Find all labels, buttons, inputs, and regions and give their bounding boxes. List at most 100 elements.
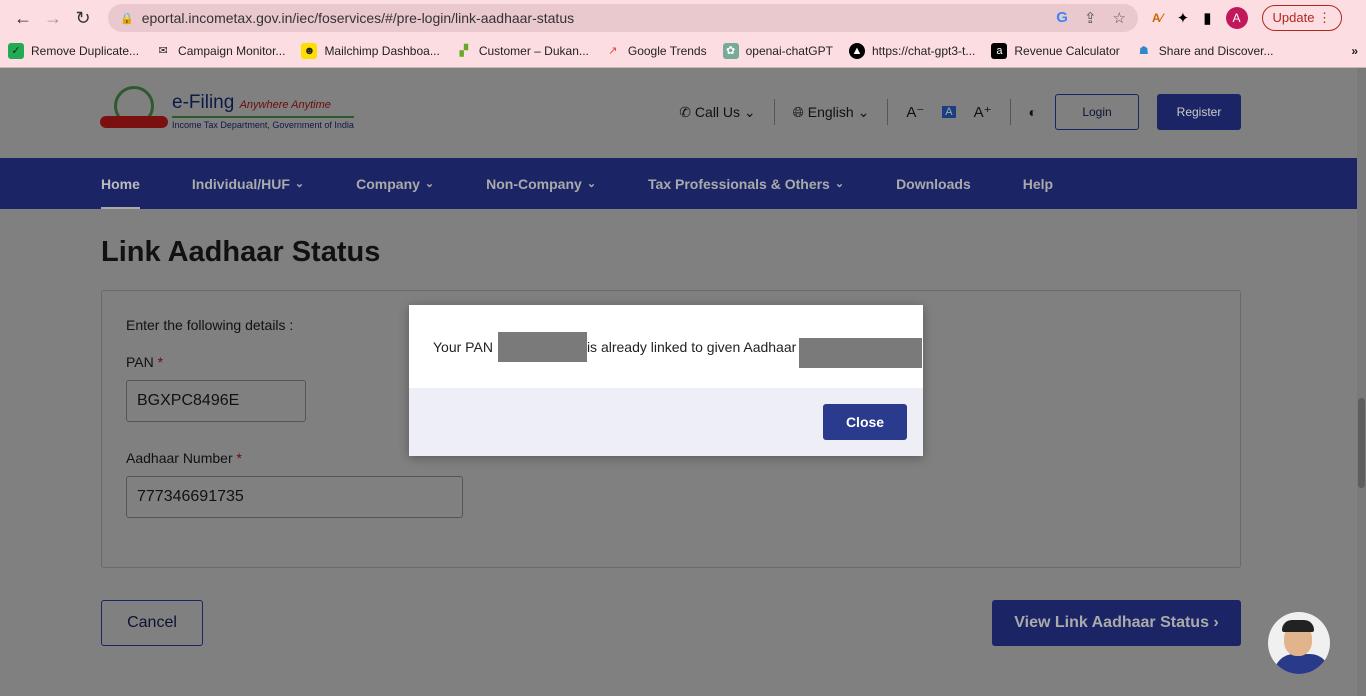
nav-item-label: Company [356, 175, 420, 192]
lock-icon: 🔒 [120, 12, 134, 25]
bookmark[interactable]: ✉ Campaign Monitor... [155, 43, 285, 59]
nav-item-label: Tax Professionals & Others [648, 175, 830, 192]
nav-item-label: Downloads [896, 175, 971, 192]
nav-item-label: Home [101, 175, 140, 192]
bookmark[interactable]: ▞ Customer – Dukan... [456, 43, 589, 59]
language-dropdown[interactable]: 🌐︎ English ⌄ [793, 104, 870, 121]
bookmark-icon: ☗ [1138, 45, 1149, 57]
bookmark[interactable]: ☻ Mailchimp Dashboa... [301, 43, 440, 59]
pan-label: PAN * [126, 354, 163, 370]
bookmark-label: Campaign Monitor... [178, 44, 286, 58]
pan-label-text: PAN [126, 354, 154, 370]
bookmark-icon: a [991, 43, 1008, 59]
sidepanel-icon[interactable]: ▮ [1203, 9, 1211, 27]
font-normal-button[interactable]: A [942, 106, 956, 118]
reload-icon[interactable]: ↻ [68, 8, 98, 29]
google-icon[interactable]: G [1056, 9, 1068, 27]
browser-chrome: ← → ↻ 🔒 eportal.incometax.gov.in/iec/fos… [0, 0, 1366, 68]
close-button[interactable]: Close [823, 404, 907, 440]
update-label: Update [1272, 10, 1315, 25]
bookmark[interactable]: ↗ Google Trends [605, 43, 707, 59]
modal-text-pan: Your PAN [433, 338, 493, 355]
bookmark[interactable]: ✿ openai-chatGPT [722, 43, 833, 59]
efiling-logo[interactable]: e-Filing Anywhere Anytime Income Tax Dep… [100, 86, 354, 136]
phone-icon: ✆ [679, 103, 692, 120]
forward-icon[interactable]: → [38, 8, 68, 29]
logo-tagline: Anywhere Anytime [239, 99, 331, 111]
aadhaar-input[interactable]: 777346691735 [126, 476, 463, 518]
cancel-button[interactable]: Cancel [101, 600, 203, 646]
bookmarks-more-icon[interactable]: » [1351, 44, 1358, 58]
share-icon[interactable]: ⇪ [1084, 9, 1097, 27]
bookmark-icon: ✿ [722, 43, 739, 59]
update-button[interactable]: Update ⋮ [1261, 5, 1343, 31]
address-bar[interactable]: 🔒 eportal.incometax.gov.in/iec/foservice… [108, 4, 1138, 32]
chevron-down-icon: ⌄ [294, 178, 305, 190]
aadhaar-label-text: Aadhaar Number [126, 450, 233, 466]
nav-item[interactable]: Individual/HUF ⌄ [192, 158, 304, 209]
bookmark-label: Revenue Calculator [1014, 44, 1120, 58]
main-nav: Home Individual/HUF ⌄ Company ⌄ Non-Company… [0, 158, 1366, 209]
bookmark[interactable]: ☗ Share and Discover... [1136, 43, 1274, 59]
instructions: Enter the following details : [126, 317, 294, 333]
chevron-down-icon: ⌄ [834, 178, 845, 190]
nav-item[interactable]: Downloads [896, 158, 971, 209]
nav-item[interactable]: Non-Company ⌄ [486, 158, 596, 209]
login-button[interactable]: Login [1055, 94, 1139, 130]
bookmarks-bar: ✓ Remove Duplicate... ✉ Campaign Monitor..… [0, 36, 1366, 66]
bookmark-label: Remove Duplicate... [31, 44, 140, 58]
redacted-aadhaar [799, 337, 923, 368]
pan-input[interactable]: BGXPC8496E [126, 380, 306, 422]
status-modal: Your PAN is already linked to given Aadh… [409, 305, 923, 456]
page-title: Link Aadhaar Status [101, 236, 381, 268]
chevron-down-icon: ⌄ [586, 178, 597, 190]
star-icon[interactable]: ☆ [1113, 9, 1126, 27]
register-button[interactable]: Register [1157, 94, 1241, 130]
nav-item-label: Individual/HUF [191, 175, 290, 192]
aadhaar-label: Aadhaar Number * [126, 450, 242, 466]
bookmark-icon: ☻ [301, 43, 318, 59]
puzzle-icon[interactable]: ✦ [1177, 9, 1190, 27]
url-text: eportal.incometax.gov.in/iec/foservices/… [141, 10, 575, 26]
font-increase-button[interactable]: A⁺ [974, 103, 992, 121]
nav-item-label: Help [1022, 175, 1054, 192]
bookmark-icon: ✓ [8, 43, 24, 59]
bookmark[interactable]: ▲ https://chat-gpt3-t... [848, 43, 976, 59]
bookmark-icon: ✉ [158, 45, 168, 57]
nav-item[interactable]: Help [1023, 158, 1053, 209]
required-mark: * [157, 354, 164, 370]
required-mark: * [236, 450, 242, 466]
modal-text-aadhaar: is already linked to given Aadhaar [586, 338, 797, 355]
nav-item[interactable]: Home [101, 158, 140, 209]
chevron-down-icon: ⌄ [424, 178, 435, 190]
redacted-pan [497, 331, 587, 362]
bookmark-icon: ↗ [608, 45, 618, 57]
chatbot-avatar[interactable] [1268, 612, 1330, 674]
font-decrease-button[interactable]: A⁻ [906, 103, 924, 121]
bookmark-icon: ▞ [459, 45, 469, 57]
logo-title: e-Filing [172, 92, 235, 113]
bookmark-icon: ▲ [848, 43, 865, 59]
extension-icon[interactable]: A⁄ [1152, 11, 1163, 25]
bookmark[interactable]: a Revenue Calculator [991, 43, 1120, 59]
view-link-aadhaar-status-button[interactable]: View Link Aadhaar Status › [992, 600, 1241, 646]
back-icon[interactable]: ← [8, 8, 38, 29]
call-us-dropdown[interactable]: ✆ Call Us ⌄ [679, 104, 755, 121]
emblem-icon [100, 86, 170, 136]
call-us-label: Call Us [694, 103, 741, 120]
bookmark-label: Share and Discover... [1158, 44, 1274, 58]
bookmark-label: Customer – Dukan... [478, 44, 589, 58]
bookmark-label: https://chat-gpt3-t... [871, 44, 976, 58]
nav-item-label: Non-Company [486, 175, 582, 192]
nav-item[interactable]: Tax Professionals & Others ⌄ [648, 158, 844, 209]
globe-icon: 🌐︎ [792, 103, 804, 120]
language-label: English [807, 103, 854, 120]
nav-item[interactable]: Company ⌄ [356, 158, 434, 209]
bookmark-label: openai-chatGPT [745, 44, 833, 58]
bookmark[interactable]: ✓ Remove Duplicate... [8, 43, 139, 59]
scrollbar[interactable] [1357, 68, 1366, 696]
contrast-icon[interactable]: ◐ [1029, 104, 1037, 120]
logo-subtitle: Income Tax Department, Government of Ind… [172, 120, 354, 130]
bookmark-label: Google Trends [627, 44, 707, 58]
profile-avatar[interactable]: A [1225, 7, 1248, 29]
